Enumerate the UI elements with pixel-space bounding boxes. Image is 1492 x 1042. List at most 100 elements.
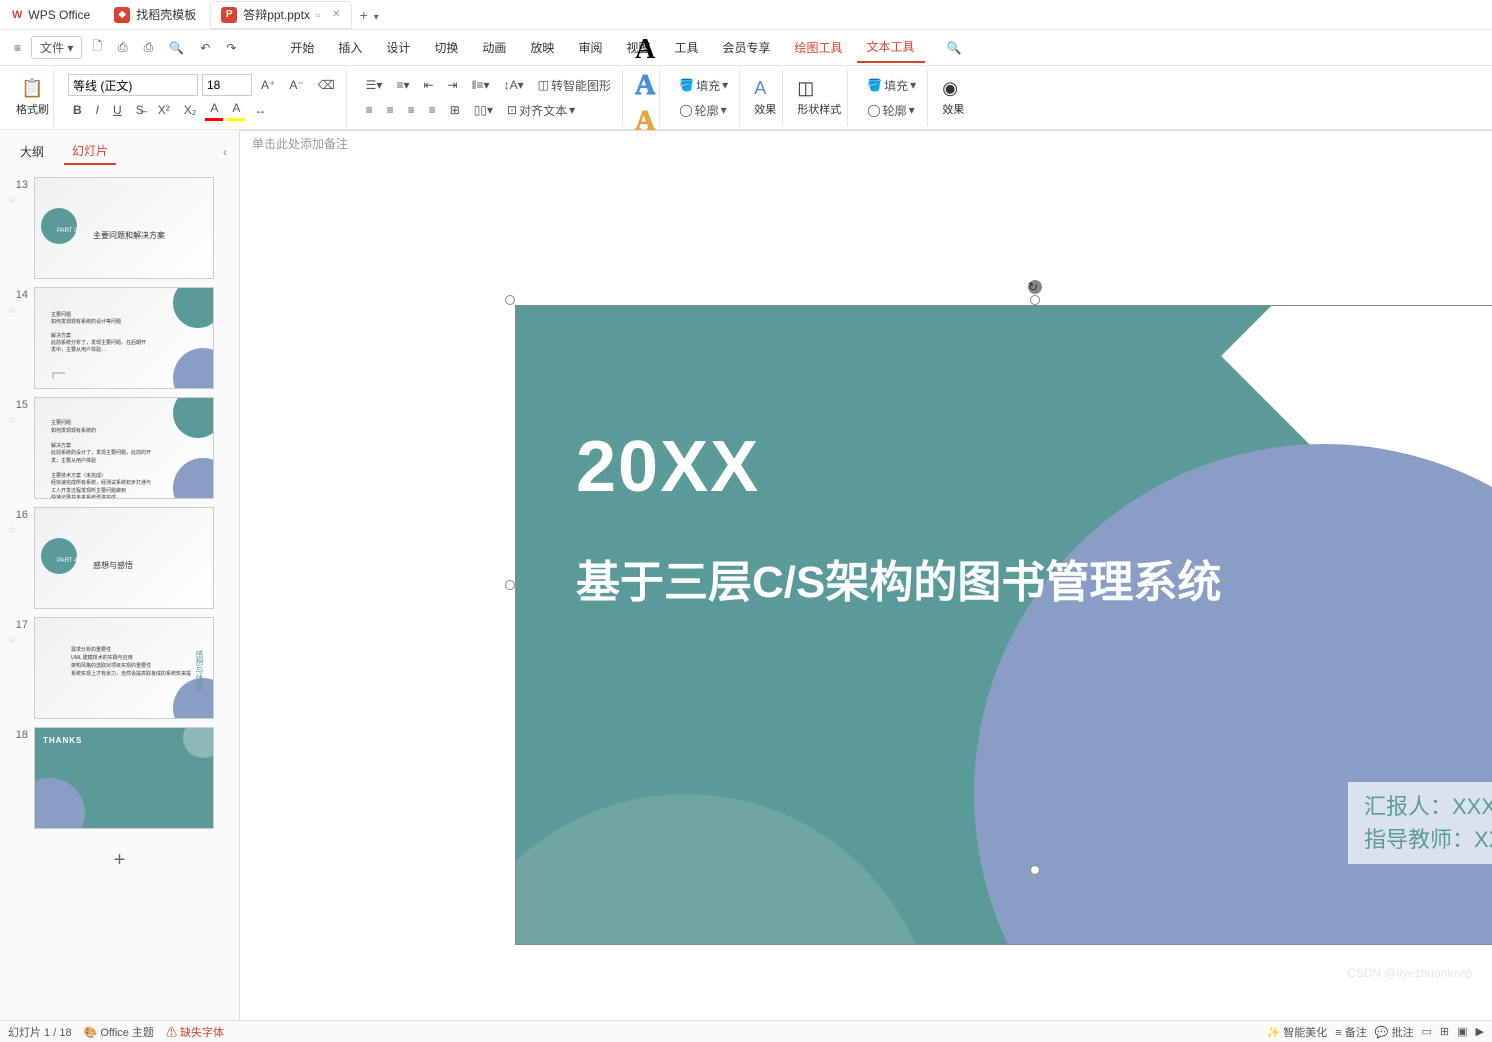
file-menu-button[interactable]: 文件 ▾: [31, 36, 82, 59]
resize-handle-n[interactable]: [1030, 295, 1040, 305]
align-right-button[interactable]: ≡: [403, 100, 420, 120]
star-icon[interactable]: ☆: [8, 195, 28, 206]
menu-transition[interactable]: 切换: [424, 33, 468, 62]
print-preview-icon[interactable]: 🔍: [163, 37, 190, 59]
strikethrough-button[interactable]: S̶: [131, 100, 149, 120]
close-tab-icon[interactable]: ✕: [332, 9, 340, 20]
undo-icon[interactable]: ↶: [194, 37, 216, 59]
align-center-button[interactable]: ≡: [382, 100, 399, 120]
underline-button[interactable]: U: [108, 100, 127, 120]
thumbnail-item[interactable]: 17☆ 感想与体会 需求分析的重要性UML 建模技术的实践与应用架构风格的选取对…: [8, 617, 231, 719]
text-fill-button[interactable]: 🪣 填充▾: [674, 74, 733, 97]
bold-button[interactable]: B: [68, 100, 87, 120]
thumbnail-13[interactable]: PART 3 主要问题和解决方案: [34, 177, 214, 279]
slide-info-box[interactable]: 汇报人：XXX 指导教师：XXX: [1348, 782, 1492, 864]
search-icon[interactable]: 🔍: [941, 37, 968, 59]
menu-text-tools[interactable]: 文本工具: [857, 32, 925, 63]
collapse-panel-icon[interactable]: ‹: [223, 145, 227, 159]
rotate-handle[interactable]: ↻: [1028, 280, 1042, 294]
shape-style-icon[interactable]: ◫: [797, 78, 841, 99]
font-color-button[interactable]: A: [205, 98, 223, 121]
align-text-button[interactable]: ⊡ 对齐文本▾: [502, 99, 580, 122]
outline-tab[interactable]: 大纲: [12, 139, 52, 164]
thumbnail-14[interactable]: 主要问题如何发现现有系统的设计等问题解决方案此前系统分析了，发现主要问题，在后期…: [34, 287, 214, 389]
format-painter-label[interactable]: 格式刷: [16, 101, 49, 117]
beautify-button[interactable]: ✨ 智能美化: [1266, 1024, 1327, 1040]
slides-tab[interactable]: 幻灯片: [64, 138, 116, 165]
slide-position-label[interactable]: 幻灯片 1 / 18: [8, 1024, 72, 1040]
thumbnail-item[interactable]: 15☆ 主要问题如何发现现有系统的解决方案此前系统的设计了，发现主要问题，此前的…: [8, 397, 231, 499]
format-painter-icon[interactable]: 📋: [21, 78, 43, 99]
thumbnail-18[interactable]: THANKS: [34, 727, 214, 829]
align-left-button[interactable]: ≡: [361, 100, 378, 120]
font-name-select[interactable]: [68, 74, 198, 96]
subscript-button[interactable]: X₂: [179, 100, 202, 120]
text-effects-label[interactable]: 效果: [754, 101, 776, 117]
view-sorter-icon[interactable]: ⊞: [1440, 1025, 1449, 1038]
wordart-style-1[interactable]: A: [635, 34, 655, 66]
notes-toggle[interactable]: ≡ 备注: [1335, 1024, 1366, 1040]
thumbnail-item[interactable]: 16☆ PART 4 感想与感悟: [8, 507, 231, 609]
thumbnail-16[interactable]: PART 4 感想与感悟: [34, 507, 214, 609]
thumbnail-item[interactable]: 18 THANKS: [8, 727, 231, 829]
star-icon[interactable]: ☆: [8, 305, 28, 316]
italic-button[interactable]: I: [91, 100, 104, 120]
text-effects-icon[interactable]: A: [754, 78, 776, 99]
save-as-icon[interactable]: ⎙: [112, 36, 134, 59]
menu-review[interactable]: 审阅: [568, 33, 612, 62]
view-reading-icon[interactable]: ▣: [1457, 1025, 1467, 1038]
text-outline-button[interactable]: ◯ 轮廓▾: [674, 99, 731, 122]
star-icon[interactable]: ☆: [8, 525, 28, 536]
shape-fill-button[interactable]: 🪣 填充▾: [862, 74, 921, 97]
chevron-down-icon[interactable]: ▾: [374, 12, 379, 23]
menu-start[interactable]: 开始: [280, 33, 324, 62]
comments-toggle[interactable]: 💬 批注: [1375, 1024, 1414, 1040]
thumbnail-item[interactable]: 13☆ PART 3 主要问题和解决方案: [8, 177, 231, 279]
font-size-select[interactable]: [202, 74, 252, 96]
shape-outline-button[interactable]: ◯ 轮廓▾: [862, 99, 919, 122]
clear-format-icon[interactable]: ⌫: [313, 75, 340, 95]
menu-animation[interactable]: 动画: [472, 33, 516, 62]
decrease-indent-button[interactable]: ⇤: [418, 75, 438, 95]
numbering-button[interactable]: ≡▾: [391, 75, 414, 95]
menu-vip[interactable]: 会员专享: [712, 33, 780, 62]
star-icon[interactable]: ☆: [8, 635, 28, 646]
view-normal-icon[interactable]: ▭: [1422, 1025, 1432, 1038]
slide-canvas[interactable]: 20XX 基于三层C/S架构的图书管理系统 汇报人：XXX 指导教师：XXX ↻…: [240, 130, 1492, 1020]
shape-effects-icon[interactable]: ◉: [942, 78, 964, 99]
menu-tools[interactable]: 工具: [664, 33, 708, 62]
shape-style-label[interactable]: 形状样式: [797, 101, 841, 117]
docer-tab[interactable]: ◆ 找稻壳模板: [102, 0, 208, 30]
shape-effects-label[interactable]: 效果: [942, 101, 964, 117]
superscript-button[interactable]: X²: [153, 100, 175, 120]
distribute-button[interactable]: ⊞: [445, 100, 465, 120]
save-icon[interactable]: 🗋: [86, 33, 108, 62]
decrease-font-icon[interactable]: A⁻: [284, 75, 308, 95]
thumbnails-list[interactable]: 13☆ PART 3 主要问题和解决方案 14☆ 主要问题如何发现现有系统的设计…: [0, 173, 239, 1020]
slide-title-text[interactable]: 基于三层C/S架构的图书管理系统: [576, 546, 1221, 610]
view-slideshow-icon[interactable]: ▶: [1476, 1025, 1484, 1038]
columns-button[interactable]: ▯▯▾: [469, 100, 498, 120]
smart-graphic-button[interactable]: ◫ 转智能图形: [533, 74, 616, 97]
star-icon[interactable]: ☆: [8, 415, 28, 426]
char-spacing-button[interactable]: ↔: [249, 100, 271, 120]
resize-handle-nw[interactable]: [505, 295, 515, 305]
thumbnail-15[interactable]: 主要问题如何发现现有系统的解决方案此前系统的设计了，发现主要问题，此前的开发，主…: [34, 397, 214, 499]
slide-year-text[interactable]: 20XX: [576, 426, 760, 508]
menu-drawing-tools[interactable]: 绘图工具: [785, 33, 853, 62]
file-tab[interactable]: P 答辩ppt.pptx ▫ ✕: [210, 1, 351, 29]
highlight-button[interactable]: A: [227, 98, 245, 121]
redo-icon[interactable]: ↷: [220, 37, 242, 59]
add-tab-button[interactable]: + ▾: [352, 7, 387, 23]
menu-insert[interactable]: 插入: [328, 33, 372, 62]
menu-hamburger-icon[interactable]: ≡: [8, 37, 27, 59]
increase-font-icon[interactable]: A⁺: [256, 75, 280, 95]
text-direction-button[interactable]: ↕A▾: [499, 75, 529, 95]
menu-design[interactable]: 设计: [376, 33, 420, 62]
slide-content[interactable]: 20XX 基于三层C/S架构的图书管理系统 汇报人：XXX 指导教师：XXX: [515, 305, 1492, 945]
resize-handle-w[interactable]: [505, 580, 515, 590]
bullets-button[interactable]: ☰▾: [361, 75, 388, 95]
app-home-tab[interactable]: W WPS Office: [0, 0, 102, 30]
increase-indent-button[interactable]: ⇥: [443, 75, 463, 95]
thumbnail-17[interactable]: 感想与体会 需求分析的重要性UML 建模技术的实践与应用架构风格的选取对项目实现…: [34, 617, 214, 719]
